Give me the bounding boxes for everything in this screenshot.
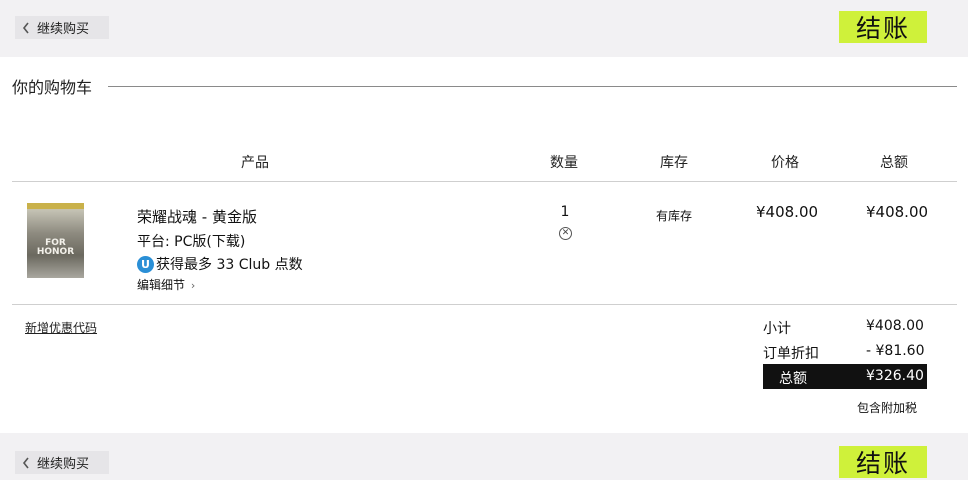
continue-shopping-label: 继续购买	[37, 457, 90, 472]
bottom-bar: 继续购买 结账	[0, 433, 968, 480]
product-name[interactable]: 荣耀战魂 - 黄金版	[137, 206, 257, 227]
top-bar: 继续购买 结账	[0, 0, 968, 57]
column-header-quantity: 数量	[550, 155, 578, 171]
grand-total-value: ¥326.40	[866, 368, 924, 384]
grand-total-box: 总额 ¥326.40	[763, 364, 927, 389]
product-platform: 平台: PC版(下载)	[137, 234, 246, 250]
continue-shopping-button[interactable]: 继续购买	[15, 16, 109, 39]
subtotal-value: ¥408.00	[866, 318, 924, 334]
stock-status: 有库存	[656, 209, 693, 223]
header-divider	[12, 181, 957, 182]
chevron-right-icon: ›	[190, 279, 196, 292]
checkout-button[interactable]: 结账	[839, 11, 927, 43]
column-header-stock: 库存	[660, 155, 688, 171]
remove-circle-icon[interactable]: ✕	[559, 227, 572, 240]
cover-band	[27, 203, 84, 209]
item-total: ¥408.00	[866, 203, 929, 221]
item-divider	[12, 304, 957, 305]
product-cover-image[interactable]: FOR HONOR	[27, 203, 84, 278]
item-price: ¥408.00	[756, 203, 819, 221]
discount-label: 订单折扣	[763, 346, 819, 362]
club-points: U 获得最多 33 Club 点数	[137, 254, 303, 274]
discount-value: - ¥81.60	[866, 343, 925, 359]
chevron-left-icon	[15, 22, 37, 34]
subtotal-label: 小计	[763, 321, 791, 337]
continue-shopping-label: 继续购买	[37, 22, 90, 37]
tax-note: 包含附加税	[857, 401, 918, 415]
grand-total-label: 总额	[779, 371, 807, 387]
column-header-product: 产品	[241, 155, 269, 171]
column-header-price: 价格	[771, 155, 799, 171]
chevron-left-icon	[15, 457, 37, 469]
checkout-button-bottom[interactable]: 结账	[839, 446, 927, 478]
edit-details-link[interactable]: 编辑细节 ›	[137, 276, 195, 293]
cover-logo-text: FOR HONOR	[36, 238, 75, 257]
continue-shopping-button-bottom[interactable]: 继续购买	[15, 451, 109, 474]
column-header-total: 总额	[880, 155, 908, 171]
cart-title-row: 你的购物车	[12, 74, 957, 98]
uplay-icon: U	[137, 255, 154, 273]
title-divider	[108, 85, 957, 87]
add-coupon-link[interactable]: 新增优惠代码	[25, 319, 97, 336]
quantity-value[interactable]: 1	[558, 204, 572, 220]
edit-details-label: 编辑细节	[137, 278, 186, 292]
page-title: 你的购物车	[12, 78, 93, 97]
club-points-label: 获得最多 33 Club 点数	[156, 257, 303, 273]
